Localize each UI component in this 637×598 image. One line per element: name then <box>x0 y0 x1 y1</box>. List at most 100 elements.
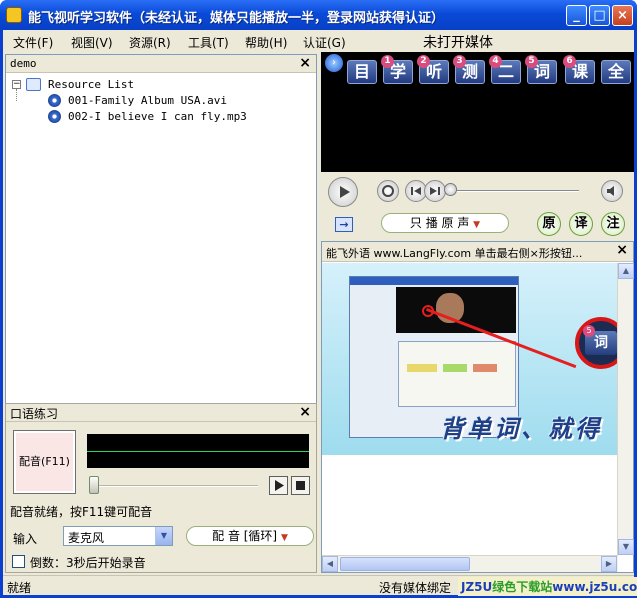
volume-button[interactable] <box>601 180 623 202</box>
tool-label: 全 <box>607 62 624 81</box>
scroll-up-icon[interactable]: ▲ <box>618 263 634 279</box>
tool-num-badge: 3 <box>453 55 466 68</box>
input-label: 输入 <box>13 532 38 546</box>
dub-status-text: 配音就绪，按F11键可配音 <box>10 505 153 519</box>
app-icon <box>6 7 22 23</box>
dub-mode-label: 配 音 [循环] <box>212 529 278 543</box>
dub-button[interactable]: 配音(F11) <box>13 430 76 494</box>
caret-down-icon: ▼ <box>473 220 481 230</box>
countdown-checkbox[interactable] <box>12 555 25 568</box>
horizontal-scrollbar[interactable]: ◀ ▶ <box>322 555 618 572</box>
tool-label: 目 <box>353 62 370 81</box>
client-area: 文件(F) 视图(V) 资源(R) 工具(T) 帮助(H) 认证(G) 未打开媒… <box>3 30 637 596</box>
input-device-select[interactable]: 麦克风 ▼ <box>63 526 173 546</box>
tool-num-badge: 4 <box>489 55 502 68</box>
media-file-icon <box>48 94 61 107</box>
menu-view[interactable]: 视图(V) <box>71 34 113 51</box>
tab-original[interactable]: 原 <box>537 212 561 236</box>
web-panel-header: 能飞外语 www.LangFly.com 单击最右侧×形按钮... × <box>322 242 633 262</box>
next-arrow-button[interactable]: → <box>335 217 353 232</box>
play-mode-button[interactable]: 只 播 原 声 ▼ <box>381 213 509 233</box>
video-area[interactable]: › 目 1 学 2 听 3 测 4 二 5 词 6 课 全 <box>321 52 634 172</box>
close-button[interactable]: × <box>612 5 633 26</box>
tree-root-label: Resource List <box>48 78 135 91</box>
menu-help[interactable]: 帮助(H) <box>245 34 287 51</box>
menu-bar: 文件(F) 视图(V) 资源(R) 工具(T) 帮助(H) 认证(G) 未打开媒… <box>3 30 634 52</box>
maximize-button[interactable]: □ <box>589 5 610 26</box>
play-mode-label: 只 播 原 声 <box>409 216 470 230</box>
fullscreen-button[interactable]: 全 <box>601 60 631 84</box>
arrow-right-icon[interactable]: › <box>325 54 343 72</box>
practice-panel-header: 口语练习 × <box>6 404 316 422</box>
tab-translation[interactable]: 译 <box>569 212 593 236</box>
catalog-button[interactable]: 目 <box>347 60 377 84</box>
menu-file[interactable]: 文件(F) <box>13 34 53 51</box>
minimize-button[interactable]: _ <box>566 5 587 26</box>
lesson-button[interactable]: 6 课 <box>563 55 595 84</box>
test-button[interactable]: 3 测 <box>453 55 485 84</box>
media-status-title: 未打开媒体 <box>423 35 493 51</box>
highlight-ring: 词 5 <box>575 317 618 369</box>
menu-resources[interactable]: 资源(R) <box>129 34 171 51</box>
scroll-left-icon[interactable]: ◀ <box>322 556 338 572</box>
tree-item-label: 001-Family Album USA.avi <box>68 94 227 107</box>
horizontal-scroll-thumb[interactable] <box>340 557 470 571</box>
web-banner[interactable]: 词 5 背单词、就得 <box>322 263 618 455</box>
repeat-button[interactable] <box>377 180 399 202</box>
tool-num-badge: 1 <box>381 55 394 68</box>
countdown-label: 倒数：3秒后开始录音 <box>30 556 146 570</box>
stop-icon <box>296 481 305 490</box>
practice-panel-title: 口语练习 <box>10 407 59 421</box>
menu-tools[interactable]: 工具(T) <box>188 34 229 51</box>
dub-progress-track[interactable] <box>94 485 258 487</box>
play-icon <box>340 186 350 198</box>
watermark-brand: JZ5U <box>461 580 493 594</box>
web-panel-close-icon[interactable]: × <box>616 242 628 258</box>
tool-num-badge: 2 <box>417 55 430 68</box>
watermark: JZ5U绿色下载站www.jz5u.com <box>458 577 637 596</box>
stop-dub-button[interactable] <box>291 476 310 495</box>
app-window: 能飞视听学习软件（未经认证，媒体只能播放一半，登录网站获得认证） _ □ × 文… <box>0 0 637 598</box>
dub-mode-button[interactable]: 配 音 [循环] ▼ <box>186 526 314 546</box>
scroll-down-icon[interactable]: ▼ <box>618 539 634 555</box>
dropdown-arrow-icon[interactable]: ▼ <box>155 527 172 545</box>
scroll-right-icon[interactable]: ▶ <box>601 556 617 572</box>
waveform-display <box>87 434 309 468</box>
transport-controls: → 只 播 原 声 ▼ 原 译 注 <box>321 172 634 240</box>
status-media-binding: 没有媒体绑定 <box>379 581 452 595</box>
listen-button[interactable]: 2 听 <box>417 55 449 84</box>
speaker-icon <box>607 186 614 196</box>
caret-down-icon: ▼ <box>280 533 288 543</box>
web-panel-title: 能飞外语 www.LangFly.com 单击最右侧×形按钮... <box>326 247 583 260</box>
status-bar: 就绪 没有媒体绑定 JZ5U绿色下载站www.jz5u.com <box>3 575 637 596</box>
collapse-icon[interactable]: − <box>12 80 21 89</box>
resource-folder-icon <box>26 78 41 91</box>
promo-text: 背单词、就得 <box>440 415 602 443</box>
title-bar[interactable]: 能飞视听学习软件（未经认证，媒体只能播放一半，登录网站获得认证） _ □ × <box>0 0 637 30</box>
tree-panel-title: demo <box>10 57 37 70</box>
oral-practice-panel: 口语练习 × 配音(F11) 配音就绪，按F11键可配音 输入 麦克风 ▼ 配 … <box>5 403 317 573</box>
seek-thumb[interactable] <box>444 183 457 196</box>
tree-panel-header: demo × <box>6 55 316 73</box>
input-device-value: 麦克风 <box>68 531 105 545</box>
callout-dot <box>422 305 434 317</box>
watermark-url: www.jz5u.com <box>552 580 637 594</box>
words-button[interactable]: 5 词 <box>525 55 557 84</box>
tab-notes[interactable]: 注 <box>601 212 625 236</box>
repeat-icon <box>382 185 394 197</box>
two-button[interactable]: 4 二 <box>489 55 521 84</box>
play-dub-button[interactable] <box>269 476 288 495</box>
vertical-scrollbar[interactable]: ▲ ▼ <box>617 263 634 555</box>
seek-track[interactable] <box>451 190 579 192</box>
tree-panel-close-icon[interactable]: × <box>299 55 311 71</box>
learn-button[interactable]: 1 学 <box>381 55 413 84</box>
window-title: 能飞视听学习软件（未经认证，媒体只能播放一半，登录网站获得认证） <box>28 11 445 26</box>
play-button[interactable] <box>328 177 358 207</box>
next-button[interactable] <box>424 180 446 202</box>
menu-certify[interactable]: 认证(G) <box>303 34 346 51</box>
dub-progress-thumb[interactable] <box>89 476 99 494</box>
tool-num-badge: 5 <box>525 55 538 68</box>
practice-panel-close-icon[interactable]: × <box>299 404 311 420</box>
watermark-site-name: 绿色下载站 <box>492 580 553 594</box>
skip-forward-icon <box>430 187 440 195</box>
